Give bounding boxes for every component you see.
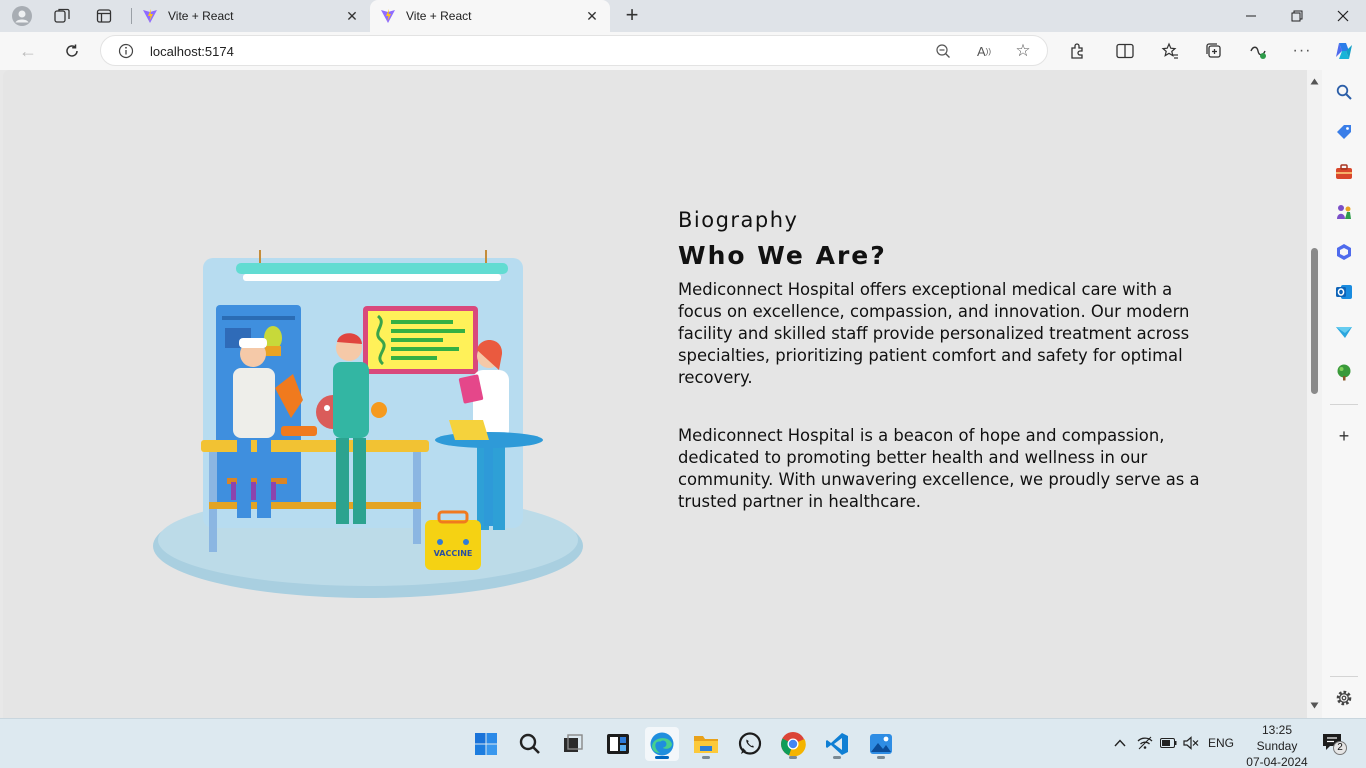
running-indicator [833,756,841,759]
outlook-icon[interactable] [1334,282,1354,302]
tab-close-icon[interactable]: ✕ [584,8,600,25]
edge-sidebar: + [1322,70,1366,718]
widgets-icon[interactable] [601,727,635,761]
search-icon[interactable] [1334,82,1354,102]
tab-title: Vite + React [168,9,234,23]
running-indicator [877,756,885,759]
address-bar[interactable]: localhost:5174 A)) ☆ [100,35,1048,66]
network-icon[interactable] [1136,734,1154,752]
back-arrow-icon[interactable]: ← [15,39,41,63]
system-clock[interactable]: 13:25 Sunday 07-04-2024 [1240,722,1314,768]
edge-icon[interactable] [645,727,679,761]
notification-center-icon[interactable]: 2 [1322,733,1348,755]
active-indicator [655,756,669,759]
tab-vite-react-2[interactable]: Vite + React ✕ [370,0,610,32]
biography-paragraph-2: Mediconnect Hospital is a beacon of hope… [678,426,1200,511]
vite-logo-icon [143,9,157,23]
games-icon[interactable] [1334,202,1354,222]
favorites-icon[interactable] [1157,39,1183,63]
tab-close-icon[interactable]: ✕ [344,8,360,25]
notification-count-badge: 2 [1333,741,1347,755]
zoom-out-icon[interactable] [934,42,952,60]
browser-toolbar: ← localhost:5174 A)) ☆ ··· [0,32,1366,70]
tree-icon[interactable] [1334,362,1354,382]
language-indicator[interactable]: ENG [1206,734,1236,752]
drop-icon[interactable] [1334,322,1354,342]
tab-actions-icon[interactable] [94,6,114,26]
medical-lab-illustration: VACCINE [153,250,583,598]
new-tab-button[interactable]: + [620,4,644,28]
clock-time: 13:25 [1261,723,1293,737]
clock-date: 07-04-2024 [1246,755,1308,768]
volume-muted-icon[interactable] [1182,734,1200,752]
search-icon[interactable] [513,727,547,761]
scroll-thumb[interactable] [1311,248,1318,394]
chrome-icon[interactable] [776,727,810,761]
windows-taskbar: ENG 13:25 Sunday 07-04-2024 2 [0,718,1366,768]
vite-logo-icon [381,9,395,23]
tab-vite-react-1[interactable]: Vite + React ✕ [132,0,370,32]
section-heading: Who We Are? [678,241,887,270]
settings-icon[interactable] [1334,688,1354,708]
minimize-icon[interactable] [1228,0,1274,32]
scroll-down-arrow-icon[interactable] [1310,701,1319,710]
biography-section: Biography Who We Are? Mediconnect Hospit… [678,208,1218,513]
tools-icon[interactable] [1334,162,1354,182]
site-info-icon[interactable] [118,43,134,59]
running-indicator [789,756,797,759]
page-scrollbar[interactable] [1307,70,1322,718]
profile-icon[interactable] [12,6,32,26]
scroll-up-arrow-icon[interactable] [1310,77,1319,86]
more-icon[interactable]: ··· [1289,39,1315,63]
page-viewport: VACCINE Biography Who We Are? Mediconnec… [3,70,1307,718]
shopping-tag-icon[interactable] [1334,122,1354,142]
sidebar-divider [1330,676,1358,677]
windows-start-icon[interactable] [469,727,503,761]
workspaces-icon[interactable] [52,6,72,26]
split-screen-icon[interactable] [1112,39,1138,63]
restore-icon[interactable] [1274,0,1320,32]
vaccine-label: VACCINE [434,549,473,558]
sidebar-divider [1330,404,1358,405]
battery-icon[interactable] [1159,734,1177,752]
copilot-icon[interactable] [1331,39,1357,63]
microsoft-365-icon[interactable] [1334,242,1354,262]
vscode-icon[interactable] [820,727,854,761]
browser-essentials-icon[interactable] [1245,39,1271,63]
running-indicator [702,756,710,759]
section-eyebrow: Biography [678,208,799,232]
add-icon[interactable]: + [1334,426,1354,446]
favorite-star-icon[interactable]: ☆ [1014,41,1032,60]
close-icon[interactable] [1320,0,1366,32]
browser-titlebar: Vite + React ✕ Vite + React ✕ + [0,0,1366,32]
photos-icon[interactable] [864,727,898,761]
task-view-icon[interactable] [556,727,590,761]
tab-title: Vite + React [406,9,472,23]
show-hidden-icons-icon[interactable] [1111,734,1129,752]
refresh-icon[interactable] [59,39,85,63]
whatsapp-icon[interactable] [733,727,767,761]
biography-paragraph-1: Mediconnect Hospital offers exceptional … [678,280,1190,387]
extensions-icon[interactable] [1064,39,1090,63]
read-aloud-icon[interactable]: A)) [975,42,993,60]
clock-day: Sunday [1256,739,1298,753]
file-explorer-icon[interactable] [689,727,723,761]
url-text[interactable]: localhost:5174 [150,44,234,59]
collections-icon[interactable] [1201,39,1227,63]
